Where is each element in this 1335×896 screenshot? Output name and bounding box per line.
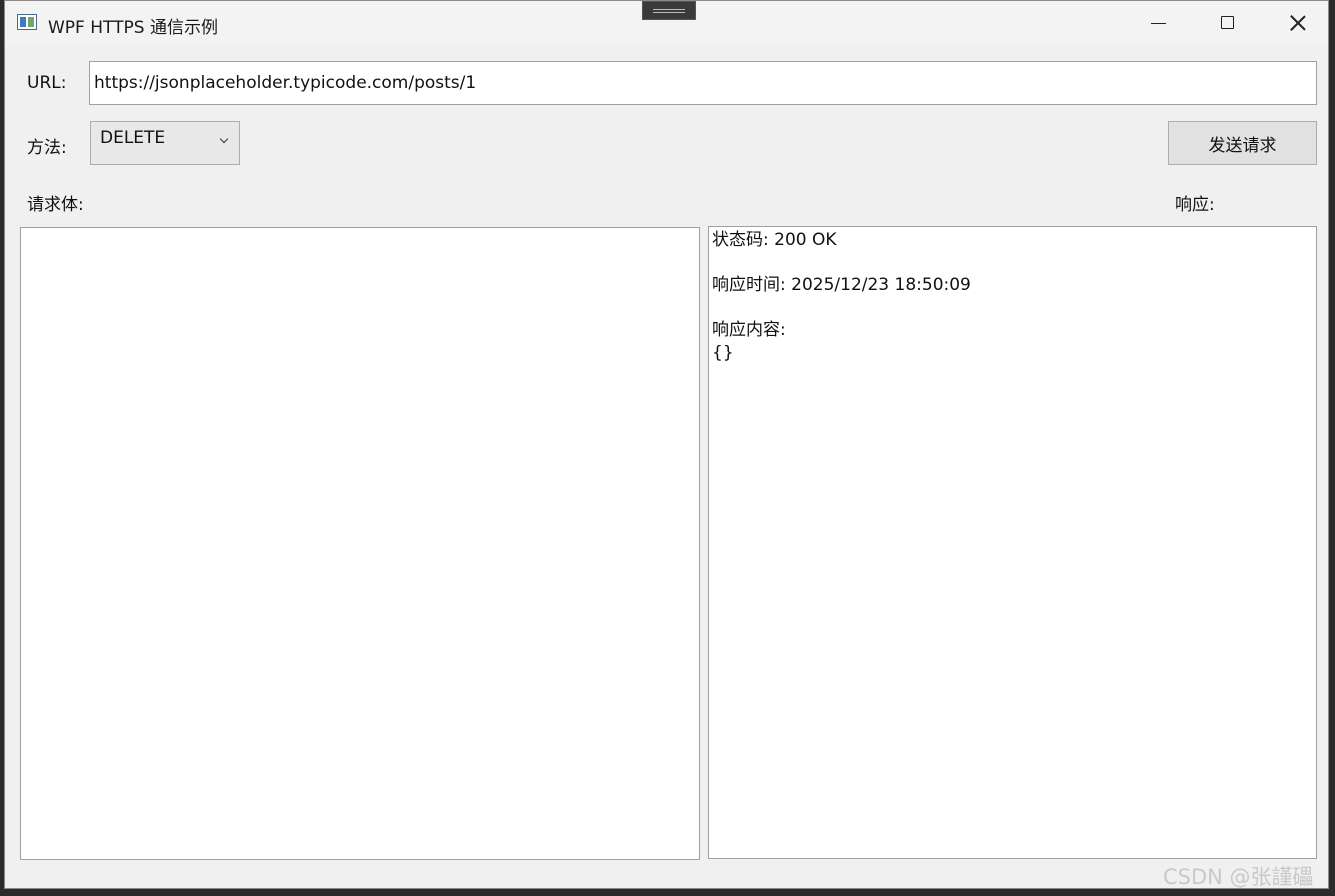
app-icon-pane-left [20,17,26,27]
minimize-button[interactable] [1123,1,1193,45]
maximize-button[interactable] [1193,1,1263,45]
response-status-line: 状态码: 200 OK [712,230,837,250]
app-icon-pane-right [28,17,34,27]
response-textbox[interactable]: 状态码: 200 OK 响应时间: 2025/12/23 18:50:09 响应… [708,226,1317,859]
response-content-label: 响应内容: [712,320,786,340]
snap-layout-handle[interactable] [642,1,696,20]
method-label: 方法: [27,138,67,158]
snap-handle-line [653,9,685,10]
response-label: 响应: [1175,195,1215,215]
window-title: WPF HTTPS 通信示例 [48,18,218,38]
url-input[interactable] [89,61,1317,105]
maximize-icon [1221,16,1234,29]
response-time-line: 响应时间: 2025/12/23 18:50:09 [712,275,971,295]
close-icon [1289,14,1307,32]
minimize-icon [1151,23,1166,24]
request-body-textarea[interactable] [20,227,700,860]
method-dropdown[interactable]: DELETE [90,121,240,165]
request-body-label: 请求体: [27,195,84,215]
chevron-down-icon [221,136,229,144]
response-content-value: {} [712,342,734,363]
app-window: WPF HTTPS 通信示例 URL: 方法: DELETE 发送请求 请求体:… [4,0,1329,889]
close-button[interactable] [1263,1,1333,45]
method-selected-value: DELETE [100,128,166,148]
title-bar[interactable]: WPF HTTPS 通信示例 [5,1,1328,45]
window-app-icon [17,14,37,30]
watermark: CSDN @张謹礧 [1163,865,1314,889]
url-label: URL: [27,73,67,93]
send-request-button[interactable]: 发送请求 [1168,121,1317,165]
snap-handle-line [653,12,685,13]
